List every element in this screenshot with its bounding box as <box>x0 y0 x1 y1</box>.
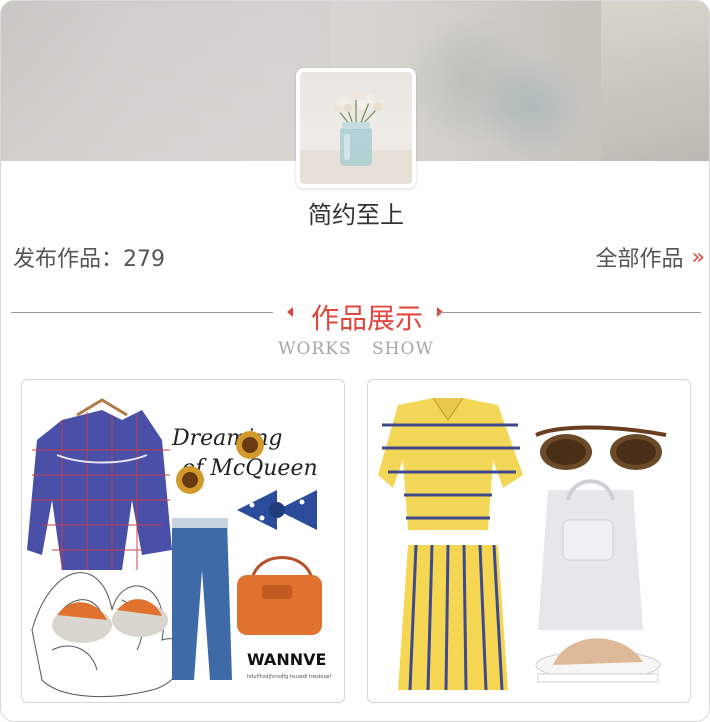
all-works-link[interactable]: 全部作品 » <box>595 241 706 273</box>
work-card[interactable]: Dreaming of McQueen WANNVE hduflhsdjfsns… <box>21 379 345 703</box>
flower-vase-image <box>300 90 412 184</box>
divider-left <box>11 312 273 313</box>
stats-row: 发布作品：279 全部作品 » <box>13 241 706 273</box>
published-count: 发布作品：279 <box>13 247 165 272</box>
outfit-collage-image <box>378 397 667 691</box>
svg-text:hduflhsdjfsnsdfg hsuwdi hwsbuw: hduflhsdjfsnsdfg hsuwdi hwsbuwf <box>247 674 331 680</box>
divider-right <box>439 312 701 313</box>
user-name: 简约至上 <box>308 201 404 229</box>
avatar[interactable] <box>296 68 416 188</box>
script-text: Dreaming <box>171 426 282 451</box>
section-title: 作品展示 <box>310 302 423 335</box>
outfit-collage-image: Dreaming of McQueen WANNVE hduflhsdjfsns… <box>27 398 331 697</box>
triangle-left-icon <box>287 307 293 317</box>
section-subtitle: WORKS SHOW <box>278 339 434 359</box>
all-works-label: 全部作品 <box>595 247 684 272</box>
section-header: 作品展示 <box>11 297 701 335</box>
double-chevron-right-icon: » <box>691 244 706 270</box>
brand-logo: WANNVE <box>247 650 326 669</box>
work-card[interactable] <box>367 379 691 703</box>
profile-card: 简约至上 发布作品：279 全部作品 » 作品展示 WORKS SHOW Dre… <box>0 0 710 722</box>
